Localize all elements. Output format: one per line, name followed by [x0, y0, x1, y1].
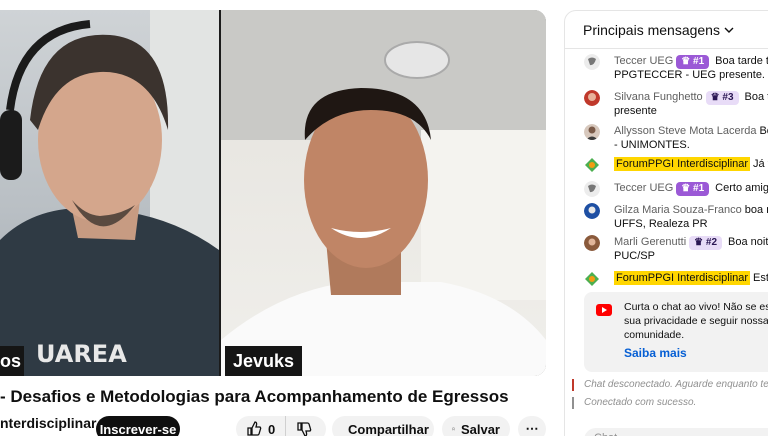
- bookmark-icon: [452, 427, 455, 431]
- chevron-down-icon: [724, 27, 734, 33]
- chat-connected-message: Conectado com sucesso.: [584, 397, 697, 408]
- chat-message: Allysson Steve Mota LacerdaBoa t - UNIMO…: [584, 124, 768, 152]
- youtube-icon: [596, 304, 612, 316]
- message-text: Já var: [753, 158, 768, 170]
- message-author[interactable]: Marli Gerenutti: [614, 236, 686, 248]
- message-author[interactable]: Teccer UEG: [614, 182, 673, 194]
- save-button[interactable]: Salvar: [442, 416, 510, 436]
- chat-guidelines-notice: Curta o chat ao vivo! Não se esqueç sua …: [584, 292, 768, 372]
- rank-badge: ♛ #2: [689, 236, 723, 250]
- shirt-print: UAREA: [36, 340, 127, 368]
- notice-text: Curta o chat ao vivo! Não se esqueç sua …: [624, 301, 768, 341]
- chat-message: ForumPPGI InterdisciplinarJá var: [584, 157, 768, 173]
- channel-logo-icon[interactable]: [584, 157, 600, 173]
- thumbs-up-icon: [247, 421, 262, 436]
- chat-message: Teccer UEG♛ #1 Certo amigo.: [584, 181, 768, 197]
- channel-logo-icon[interactable]: [584, 271, 600, 287]
- chat-message: ForumPPGI InterdisciplinarEstam: [584, 271, 768, 287]
- message-author[interactable]: Silvana Funghetto: [614, 91, 703, 103]
- video-title: - Desafios e Metodologias para Acompanha…: [0, 387, 509, 406]
- like-count: 0: [268, 421, 276, 436]
- subscribe-button[interactable]: Inscrever-se: [96, 416, 180, 436]
- message-text: Boa noite!: [728, 236, 768, 248]
- chat-message: Gilza Maria Souza-Francoboa noite UFFS, …: [584, 203, 768, 231]
- message-author[interactable]: Teccer UEG: [614, 55, 673, 67]
- system-status-bar: [572, 379, 574, 391]
- message-text-line2: PUC/SP: [614, 250, 655, 262]
- system-status-bar: [572, 397, 574, 409]
- chat-message: Teccer UEG♛ #1 Boa tarde tur PPGTECCER - …: [584, 54, 768, 82]
- avatar[interactable]: [584, 54, 600, 70]
- avatar[interactable]: [584, 181, 600, 197]
- learn-more-link[interactable]: Saiba mais: [624, 346, 687, 360]
- participant-right-video: [221, 10, 546, 376]
- rank-badge: ♛ #1: [676, 55, 710, 69]
- rank-badge: ♛ #1: [676, 182, 710, 196]
- chat-mode-label: Principais mensagens: [583, 21, 720, 38]
- message-author[interactable]: Allysson Steve Mota Lacerda: [614, 125, 756, 137]
- avatar[interactable]: [584, 203, 600, 219]
- channel-name[interactable]: nterdisciplinar: [0, 415, 96, 431]
- message-text: Boa tro: [744, 91, 768, 103]
- more-actions-button[interactable]: ⋯: [518, 416, 546, 436]
- chat-header[interactable]: Principais mensagens: [565, 11, 768, 49]
- chat-message: Marli Gerenutti♛ #2 Boa noite! PUC/SP: [584, 235, 768, 263]
- like-button[interactable]: 0: [236, 416, 287, 436]
- participant-left-name: os: [0, 346, 24, 376]
- rank-badge: ♛ #3: [705, 91, 739, 105]
- message-text: Boa t: [759, 125, 768, 137]
- message-text: Estam: [753, 272, 768, 284]
- chat-input[interactable]: Chat...: [584, 428, 768, 436]
- message-text: Boa tarde tur: [715, 55, 768, 67]
- participant-right-name: Jevuks: [225, 346, 303, 376]
- message-text-line2: PPGTECCER - UEG presente.: [614, 69, 765, 81]
- chat-message: Silvana Funghetto♛ #3 Boa tro presente: [584, 90, 768, 118]
- participant-left-figure: UAREA: [0, 10, 219, 376]
- participant-right-figure: [221, 10, 546, 376]
- thumbs-down-icon: [297, 422, 312, 436]
- message-text-line2: - UNIMONTES.: [614, 139, 690, 151]
- message-author-owner[interactable]: ForumPPGI Interdisciplinar: [614, 271, 751, 285]
- participant-left-video: UAREA: [0, 10, 219, 376]
- message-text-line2: UFFS, Realeza PR: [614, 218, 708, 230]
- message-author[interactable]: Gilza Maria Souza-Franco: [614, 204, 742, 216]
- avatar[interactable]: [584, 235, 600, 251]
- share-button[interactable]: Compartilhar: [332, 416, 434, 436]
- like-dislike-group: 0: [236, 416, 326, 436]
- message-text: Certo amigo.: [715, 182, 768, 194]
- message-author-owner[interactable]: ForumPPGI Interdisciplinar: [614, 157, 751, 171]
- message-text-line2: presente: [614, 105, 657, 117]
- message-text: boa noite: [744, 204, 768, 216]
- chat-disconnected-message: Chat desconectado. Aguarde enquanto tent…: [584, 379, 768, 390]
- video-player[interactable]: UAREA os Jevuks: [0, 10, 546, 376]
- avatar[interactable]: [584, 124, 600, 140]
- dislike-button[interactable]: [286, 416, 322, 436]
- share-label: Compartilhar: [348, 421, 429, 436]
- avatar[interactable]: [584, 90, 600, 106]
- save-label: Salvar: [460, 421, 500, 436]
